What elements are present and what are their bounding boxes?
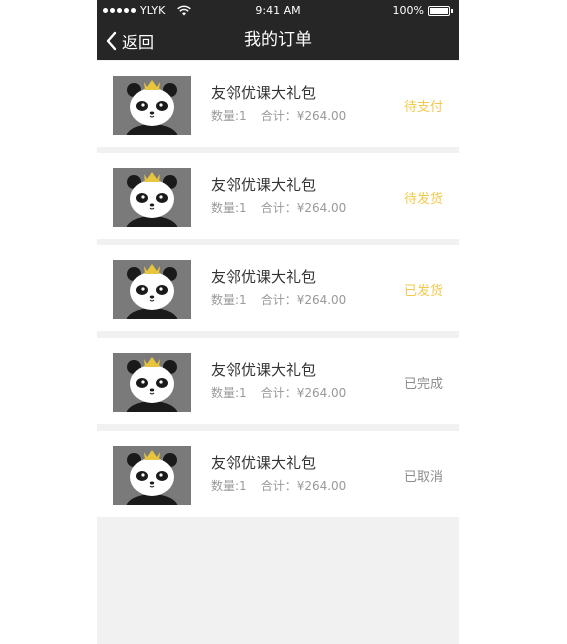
- product-name: 友邻优课大礼包: [211, 361, 317, 379]
- quantity: 数量:1: [211, 109, 247, 123]
- order-total: 合计：¥264.00: [260, 479, 347, 493]
- product-thumbnail: [113, 76, 191, 135]
- product-thumbnail: [113, 260, 191, 319]
- order-status: 待发货: [403, 192, 443, 207]
- order-meta: 数量:1 合计：¥264.00: [211, 291, 346, 308]
- battery-percent: 100%: [392, 4, 424, 17]
- nav-bar: 返回 我的订单: [97, 21, 459, 60]
- quantity: 数量:1: [211, 293, 247, 307]
- product-thumbnail: [113, 168, 191, 227]
- product-name: 友邻优课大礼包: [211, 454, 317, 472]
- order-status: 已取消: [403, 470, 443, 485]
- product-name: 友邻优课大礼包: [211, 176, 317, 194]
- order-card[interactable]: 友邻优课大礼包 数量:1 合计：¥264.00 已取消: [97, 431, 459, 517]
- order-status: 已发货: [403, 284, 443, 299]
- status-bar: YLYK 9:41 AM 100%: [97, 0, 459, 21]
- product-name: 友邻优课大礼包: [211, 84, 317, 102]
- order-meta: 数量:1 合计：¥264.00: [211, 384, 346, 401]
- order-card[interactable]: 友邻优课大礼包 数量:1 合计：¥264.00 已完成: [97, 338, 459, 424]
- panda-image: [113, 76, 191, 135]
- order-status: 已完成: [403, 377, 443, 392]
- order-card[interactable]: 友邻优课大礼包 数量:1 合计：¥264.00 已发货: [97, 245, 459, 331]
- order-total: 合计：¥264.00: [260, 201, 347, 215]
- order-status: 待支付: [403, 100, 443, 115]
- order-card[interactable]: 友邻优课大礼包 数量:1 合计：¥264.00 待发货: [97, 153, 459, 239]
- battery-icon: [428, 5, 450, 16]
- panda-image: [113, 168, 191, 227]
- product-name: 友邻优课大礼包: [211, 268, 317, 286]
- status-right: 100%: [393, 4, 453, 17]
- panda-image: [113, 260, 191, 319]
- phone-screen: YLYK 9:41 AM 100% 返回 我的订单 友邻优课大礼包 数量:1 合…: [97, 0, 459, 644]
- order-meta: 数量:1 合计：¥264.00: [211, 199, 346, 216]
- panda-image: [113, 446, 191, 505]
- battery-nub: [451, 8, 453, 13]
- quantity: 数量:1: [211, 201, 247, 215]
- order-card[interactable]: 友邻优课大礼包 数量:1 合计：¥264.00 待支付: [97, 61, 459, 147]
- order-meta: 数量:1 合计：¥264.00: [211, 477, 346, 494]
- order-meta: 数量:1 合计：¥264.00: [211, 107, 346, 124]
- order-total: 合计：¥264.00: [260, 109, 347, 123]
- product-thumbnail: [113, 446, 191, 505]
- quantity: 数量:1: [211, 386, 247, 400]
- order-total: 合计：¥264.00: [260, 293, 347, 307]
- order-total: 合计：¥264.00: [260, 386, 347, 400]
- panda-image: [113, 353, 191, 412]
- quantity: 数量:1: [211, 479, 247, 493]
- product-thumbnail: [113, 353, 191, 412]
- page-title: 我的订单: [244, 30, 312, 50]
